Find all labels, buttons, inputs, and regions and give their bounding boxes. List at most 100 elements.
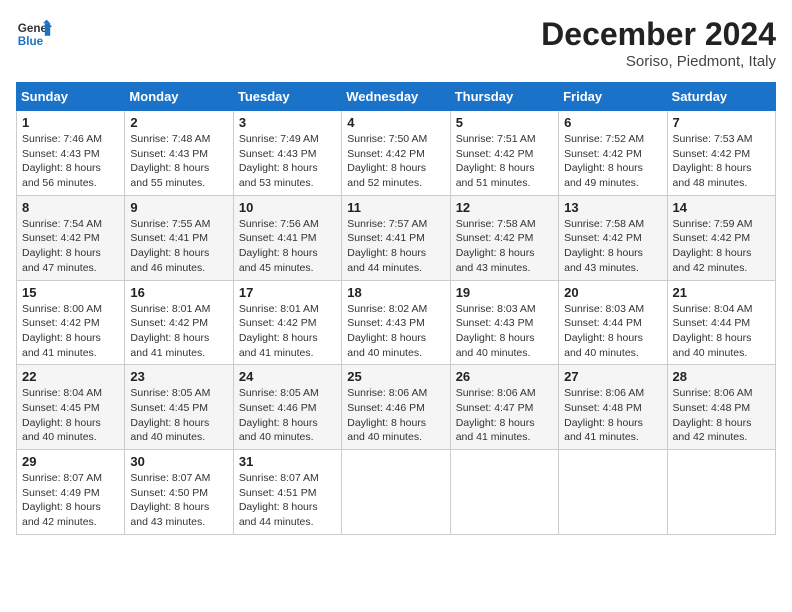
calendar-cell: 13Sunrise: 7:58 AMSunset: 4:42 PMDayligh… [559, 195, 667, 280]
calendar-cell: 10 Sunrise: 7:56 AMSunset: 4:41 PMDayligh… [233, 195, 341, 280]
day-number: 19 [456, 285, 553, 300]
calendar-cell: 6 Sunrise: 7:52 AMSunset: 4:42 PMDaylight… [559, 111, 667, 196]
calendar-cell: 26 Sunrise: 8:06 AMSunset: 4:47 PMDayligh… [450, 365, 558, 450]
day-detail: Sunrise: 8:07 AMSunset: 4:50 PMDaylight:… [130, 471, 227, 530]
day-detail: Sunrise: 7:56 AMSunset: 4:41 PMDaylight:… [239, 217, 336, 276]
day-number: 18 [347, 285, 444, 300]
day-number: 28 [673, 369, 770, 384]
day-number: 1 [22, 115, 119, 130]
day-number: 15 [22, 285, 119, 300]
calendar-cell: 31 Sunrise: 8:07 AMSunset: 4:51 PMDayligh… [233, 450, 341, 535]
calendar-cell [559, 450, 667, 535]
day-number: 9 [130, 200, 227, 215]
day-detail: Sunrise: 7:46 AMSunset: 4:43 PMDaylight:… [22, 132, 119, 191]
day-detail: Sunrise: 8:01 AMSunset: 4:42 PMDaylight:… [239, 302, 336, 361]
calendar-cell: 1 Sunrise: 7:46 AMSunset: 4:43 PMDaylight… [17, 111, 125, 196]
day-number: 4 [347, 115, 444, 130]
calendar-cell: 27 Sunrise: 8:06 AMSunset: 4:48 PMDayligh… [559, 365, 667, 450]
weekday-header: Sunday [17, 83, 125, 111]
day-detail: Sunrise: 7:51 AMSunset: 4:42 PMDaylight:… [456, 132, 553, 191]
calendar-cell: 2 Sunrise: 7:48 AMSunset: 4:43 PMDaylight… [125, 111, 233, 196]
calendar-cell: 7 Sunrise: 7:53 AMSunset: 4:42 PMDaylight… [667, 111, 775, 196]
day-detail: Sunrise: 7:53 AMSunset: 4:42 PMDaylight:… [673, 132, 770, 191]
calendar-cell: 30 Sunrise: 8:07 AMSunset: 4:50 PMDayligh… [125, 450, 233, 535]
day-number: 21 [673, 285, 770, 300]
day-detail: Sunrise: 7:55 AMSunset: 4:41 PMDaylight:… [130, 217, 227, 276]
day-number: 13 [564, 200, 661, 215]
day-detail: Sunrise: 7:48 AMSunset: 4:43 PMDaylight:… [130, 132, 227, 191]
calendar-cell: 4 Sunrise: 7:50 AMSunset: 4:42 PMDaylight… [342, 111, 450, 196]
day-detail: Sunrise: 8:07 AMSunset: 4:49 PMDaylight:… [22, 471, 119, 530]
day-detail: Sunrise: 8:03 AMSunset: 4:44 PMDaylight:… [564, 302, 661, 361]
day-detail: Sunrise: 8:04 AMSunset: 4:44 PMDaylight:… [673, 302, 770, 361]
day-detail: Sunrise: 7:57 AMSunset: 4:41 PMDaylight:… [347, 217, 444, 276]
calendar-table: SundayMondayTuesdayWednesdayThursdayFrid… [16, 82, 776, 535]
weekday-header: Friday [559, 83, 667, 111]
calendar-cell: 8 Sunrise: 7:54 AMSunset: 4:42 PMDaylight… [17, 195, 125, 280]
calendar-cell: 14Sunrise: 7:59 AMSunset: 4:42 PMDayligh… [667, 195, 775, 280]
logo: General Blue [16, 16, 52, 52]
day-detail: Sunrise: 7:54 AMSunset: 4:42 PMDaylight:… [22, 217, 119, 276]
calendar-cell: 29 Sunrise: 8:07 AMSunset: 4:49 PMDayligh… [17, 450, 125, 535]
day-detail: Sunrise: 7:52 AMSunset: 4:42 PMDaylight:… [564, 132, 661, 191]
day-number: 29 [22, 454, 119, 469]
calendar-cell [450, 450, 558, 535]
day-number: 22 [22, 369, 119, 384]
day-number: 27 [564, 369, 661, 384]
calendar-cell: 22 Sunrise: 8:04 AMSunset: 4:45 PMDayligh… [17, 365, 125, 450]
day-number: 30 [130, 454, 227, 469]
header-row: SundayMondayTuesdayWednesdayThursdayFrid… [17, 83, 776, 111]
day-number: 3 [239, 115, 336, 130]
svg-text:Blue: Blue [18, 35, 44, 48]
day-number: 2 [130, 115, 227, 130]
day-number: 7 [673, 115, 770, 130]
calendar-cell [667, 450, 775, 535]
calendar-week-row: 22 Sunrise: 8:04 AMSunset: 4:45 PMDayligh… [17, 365, 776, 450]
day-detail: Sunrise: 8:02 AMSunset: 4:43 PMDaylight:… [347, 302, 444, 361]
day-number: 24 [239, 369, 336, 384]
weekday-header: Thursday [450, 83, 558, 111]
day-detail: Sunrise: 8:05 AMSunset: 4:46 PMDaylight:… [239, 386, 336, 445]
calendar-title: December 2024 [541, 16, 776, 53]
weekday-header: Wednesday [342, 83, 450, 111]
calendar-cell: 18 Sunrise: 8:02 AMSunset: 4:43 PMDayligh… [342, 280, 450, 365]
day-number: 10 [239, 200, 336, 215]
day-number: 14 [673, 200, 770, 215]
calendar-cell: 15Sunrise: 8:00 AMSunset: 4:42 PMDayligh… [17, 280, 125, 365]
weekday-header: Monday [125, 83, 233, 111]
title-block: December 2024 Soriso, Piedmont, Italy [541, 16, 776, 70]
day-detail: Sunrise: 8:06 AMSunset: 4:48 PMDaylight:… [564, 386, 661, 445]
day-number: 5 [456, 115, 553, 130]
day-detail: Sunrise: 8:01 AMSunset: 4:42 PMDaylight:… [130, 302, 227, 361]
calendar-week-row: 29 Sunrise: 8:07 AMSunset: 4:49 PMDayligh… [17, 450, 776, 535]
calendar-cell [342, 450, 450, 535]
day-number: 31 [239, 454, 336, 469]
day-detail: Sunrise: 8:04 AMSunset: 4:45 PMDaylight:… [22, 386, 119, 445]
day-number: 20 [564, 285, 661, 300]
calendar-cell: 23 Sunrise: 8:05 AMSunset: 4:45 PMDayligh… [125, 365, 233, 450]
day-detail: Sunrise: 8:03 AMSunset: 4:43 PMDaylight:… [456, 302, 553, 361]
day-number: 23 [130, 369, 227, 384]
weekday-header: Saturday [667, 83, 775, 111]
calendar-cell: 20 Sunrise: 8:03 AMSunset: 4:44 PMDayligh… [559, 280, 667, 365]
day-number: 11 [347, 200, 444, 215]
day-detail: Sunrise: 7:49 AMSunset: 4:43 PMDaylight:… [239, 132, 336, 191]
day-detail: Sunrise: 7:50 AMSunset: 4:42 PMDaylight:… [347, 132, 444, 191]
day-detail: Sunrise: 8:06 AMSunset: 4:47 PMDaylight:… [456, 386, 553, 445]
calendar-cell: 28Sunrise: 8:06 AMSunset: 4:48 PMDayligh… [667, 365, 775, 450]
day-number: 12 [456, 200, 553, 215]
calendar-cell: 17 Sunrise: 8:01 AMSunset: 4:42 PMDayligh… [233, 280, 341, 365]
day-number: 6 [564, 115, 661, 130]
day-number: 8 [22, 200, 119, 215]
calendar-cell: 21 Sunrise: 8:04 AMSunset: 4:44 PMDayligh… [667, 280, 775, 365]
calendar-cell: 12Sunrise: 7:58 AMSunset: 4:42 PMDayligh… [450, 195, 558, 280]
day-detail: Sunrise: 8:05 AMSunset: 4:45 PMDaylight:… [130, 386, 227, 445]
day-detail: Sunrise: 8:07 AMSunset: 4:51 PMDaylight:… [239, 471, 336, 530]
calendar-cell: 19 Sunrise: 8:03 AMSunset: 4:43 PMDayligh… [450, 280, 558, 365]
day-number: 26 [456, 369, 553, 384]
calendar-week-row: 1 Sunrise: 7:46 AMSunset: 4:43 PMDaylight… [17, 111, 776, 196]
day-number: 17 [239, 285, 336, 300]
calendar-week-row: 15Sunrise: 8:00 AMSunset: 4:42 PMDayligh… [17, 280, 776, 365]
weekday-header: Tuesday [233, 83, 341, 111]
calendar-cell: 16Sunrise: 8:01 AMSunset: 4:42 PMDayligh… [125, 280, 233, 365]
